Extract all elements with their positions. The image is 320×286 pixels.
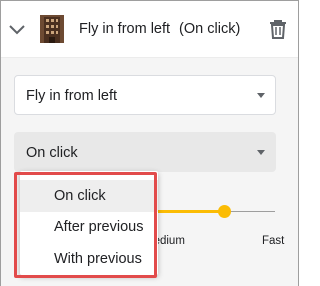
animation-effect-name: Fly in from left bbox=[79, 21, 171, 37]
effect-select-value: Fly in from left bbox=[26, 88, 118, 104]
dropdown-caret-icon bbox=[257, 93, 265, 98]
speed-slider-handle[interactable] bbox=[218, 205, 231, 218]
trash-icon[interactable] bbox=[267, 18, 289, 40]
menu-item-label: After previous bbox=[54, 219, 144, 235]
menu-item-on-click[interactable]: On click bbox=[20, 180, 158, 212]
animation-title: Fly in from left (On click) bbox=[79, 21, 240, 37]
start-condition-select[interactable]: On click bbox=[14, 132, 276, 172]
animation-panel: Fly in from left (On click) Fly in from l… bbox=[0, 0, 299, 286]
menu-item-label: On click bbox=[54, 188, 106, 204]
chevron-down-icon[interactable] bbox=[7, 19, 27, 39]
menu-item-label: With previous bbox=[54, 251, 142, 267]
effect-select[interactable]: Fly in from left bbox=[14, 75, 276, 115]
dropdown-caret-icon bbox=[257, 150, 265, 155]
building-thumbnail-icon bbox=[40, 15, 64, 43]
speed-slider-track[interactable] bbox=[225, 211, 275, 212]
speed-slider-fill bbox=[151, 210, 225, 213]
start-select-value: On click bbox=[26, 145, 78, 161]
menu-item-after-previous[interactable]: After previous bbox=[20, 211, 158, 243]
menu-item-with-previous[interactable]: With previous bbox=[20, 243, 158, 275]
animation-header[interactable]: Fly in from left (On click) bbox=[1, 1, 298, 57]
start-condition-menu: On click After previous With previous bbox=[20, 171, 158, 275]
animation-start-summary: (On click) bbox=[179, 21, 241, 37]
speed-fast-label: Fast bbox=[262, 235, 285, 247]
